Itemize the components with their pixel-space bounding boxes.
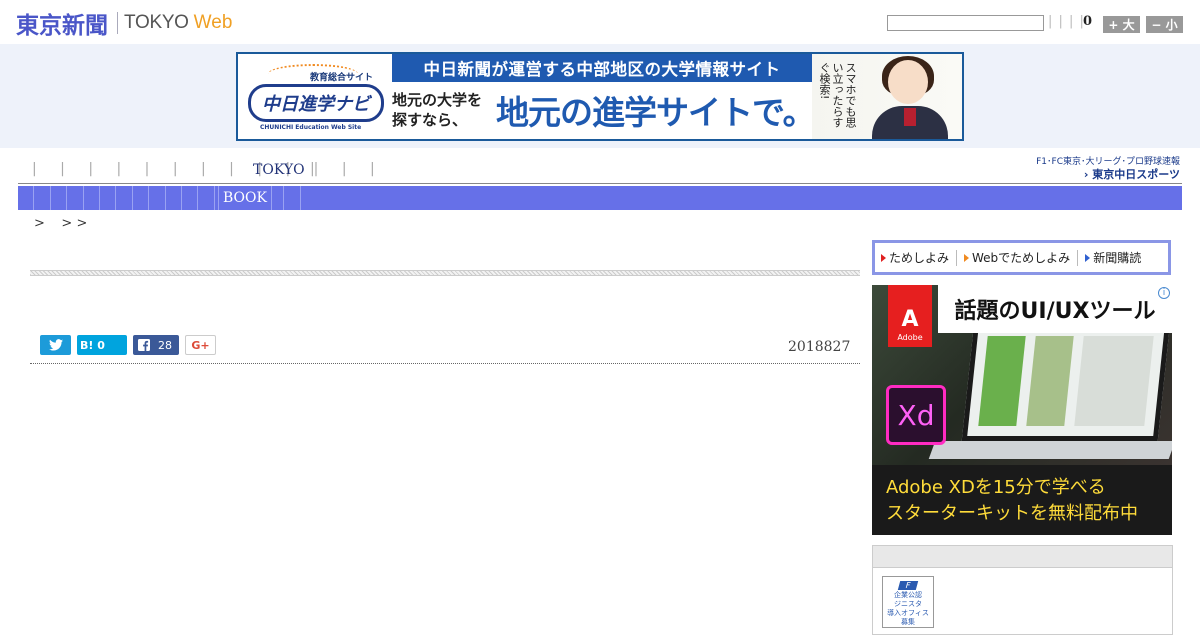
ad-headline: 話題のUI/UXツール [938,285,1172,333]
hatena-bookmark-button[interactable]: B! 0 [77,335,127,355]
sub-nav-item-book[interactable]: BOOK [218,186,272,210]
ad-info-icon[interactable]: i [1158,287,1170,299]
sub-nav-item[interactable] [166,186,182,210]
search-input[interactable] [887,15,1044,31]
laptop-base [928,441,1172,459]
model-ribbon [904,108,916,126]
sub-nav-item[interactable] [18,186,35,210]
sub-nav-bar: BOOK [18,186,1182,210]
sports-link-title: › 東京中日スポーツ [1083,168,1180,181]
badge-icon: F [897,581,919,590]
sidebar-box-header [873,546,1172,568]
divider [956,249,958,266]
sub-nav-cells-after [268,186,301,210]
facebook-icon [138,339,150,351]
site-logo[interactable]: 東京新聞 TOKYO Web [16,8,233,39]
model-face [888,60,928,104]
subscription-links: ためしよみ Webでためしよみ 新聞購読 [872,240,1171,275]
screen-panel [978,336,1026,426]
nav-item-tokyo[interactable]: TOKYO [253,162,305,178]
navi-category: 教育総合サイト [310,73,374,83]
adobe-a-icon: A [901,307,919,332]
facebook-share-button[interactable]: 28 [133,335,179,355]
sub-nav-item[interactable] [67,186,84,210]
sub-nav-item[interactable] [84,186,100,210]
article-title-rule [30,270,860,276]
adobe-wordmark: Adobe [897,333,923,342]
adobe-xd-ad[interactable]: 話題のUI/UXツール A Adobe Xd i Adobe XDを15分で学べ… [872,285,1172,535]
main-nav: | | | | | | | | | | | | | TOKYO | [18,158,1182,184]
web-trial-read-label: Webでためしよみ [972,251,1071,265]
sidebar-box: F 企業公認 ジニスタ 導入オフィス 募集 [872,545,1173,635]
sub-nav-item[interactable] [149,186,166,210]
sub-nav-item[interactable] [51,186,68,210]
sub-nav-item[interactable] [182,186,199,210]
sub-nav-item[interactable] [284,186,301,210]
divider [1077,249,1079,266]
chunichi-sports-link[interactable]: F1･FC東京･大リーグ･プロ野球速報 › 東京中日スポーツ [1026,154,1180,181]
font-larger-button[interactable]: + 大 [1103,16,1140,33]
breadcrumb: > > > [34,216,88,231]
navi-brand-sub: CHUNICHI Education Web Site [260,124,362,131]
ad-copy: Adobe XDを15分で学べる スターターキットを無料配布中 [886,475,1138,527]
subscribe-link[interactable]: 新聞購読 [1085,249,1141,266]
sub-nav-item[interactable] [116,186,133,210]
twitter-share-button[interactable] [40,335,71,355]
banner-headline-bar: 中日新聞が運営する中部地区の大学情報サイト [392,54,812,82]
nav-items-empty[interactable]: | | | | | | | | | | | | | [32,161,384,177]
logo-japanese: 東京新聞 [16,12,108,39]
sub-nav-item[interactable] [133,186,150,210]
article-date: 2018827 [788,339,851,355]
triangle-right-icon [1085,253,1091,262]
logo-divider [117,12,118,34]
trial-read-link[interactable]: ためしよみ [881,249,949,266]
sub-nav-item[interactable] [198,186,215,210]
adobe-logo: A Adobe [888,285,932,347]
banner-girl-text: スマホでも思い立ったらすぐ検索! [818,62,857,128]
site-header: 東京新聞 TOKYO Web | | | | 0 + 大 − 小 [0,0,1200,44]
laptop-screen [961,321,1171,441]
ad-copy-line1: Adobe XDを15分で学べる [886,477,1106,498]
googleplus-share-button[interactable]: G+ [185,335,216,355]
banner-headline: 中日新聞が運営する中部地区の大学情報サイト [423,60,781,79]
banner-sub-left: 地元の大学を 探すなら、 [392,91,483,129]
triangle-right-icon [881,253,886,262]
web-trial-read-link[interactable]: Webでためしよみ [964,249,1070,266]
ad-copy-line2: スターターキットを無料配布中 [886,503,1138,524]
trial-read-label: ためしよみ [889,251,950,265]
sub-nav-cells [18,186,215,210]
sub-nav-item[interactable] [34,186,51,210]
xd-app-icon: Xd [886,385,946,445]
navi-logo: 教育総合サイト 中日進学ナビ CHUNICHI Education Web Si… [238,54,392,139]
navi-brand: 中日進学ナビ [262,94,370,115]
navi-brand-box: 中日進学ナビ [248,84,384,122]
nav-separator: | [310,161,315,177]
article-divider [30,363,860,364]
header-separators: | | | | [1048,14,1085,29]
twitter-icon [48,339,63,351]
office-badge[interactable]: F 企業公認 ジニスタ 導入オフィス 募集 [882,576,934,628]
sub-nav-item[interactable] [268,186,285,210]
subscribe-label: 新聞購読 [1093,251,1142,265]
badge-text: 企業公認 ジニスタ 導入オフィス 募集 [887,591,929,626]
ad-banner-chunichi-navi[interactable]: 教育総合サイト 中日進学ナビ CHUNICHI Education Web Si… [236,52,964,141]
logo-web: Web [193,12,233,33]
banner-model-photo: スマホでも思い立ったらすぐ検索! [812,54,962,139]
header-counter: 0 [1083,14,1093,29]
facebook-share-count: 28 [158,338,172,352]
screen-panel [1026,336,1074,426]
screen-panel [1074,336,1154,426]
triangle-right-icon [964,253,970,262]
sub-nav-item[interactable] [100,186,117,210]
logo-tokyo: TOKYO [124,12,189,33]
font-smaller-button[interactable]: − 小 [1146,16,1183,33]
banner-sub-big: 地元の進学サイトで。 [496,93,816,132]
